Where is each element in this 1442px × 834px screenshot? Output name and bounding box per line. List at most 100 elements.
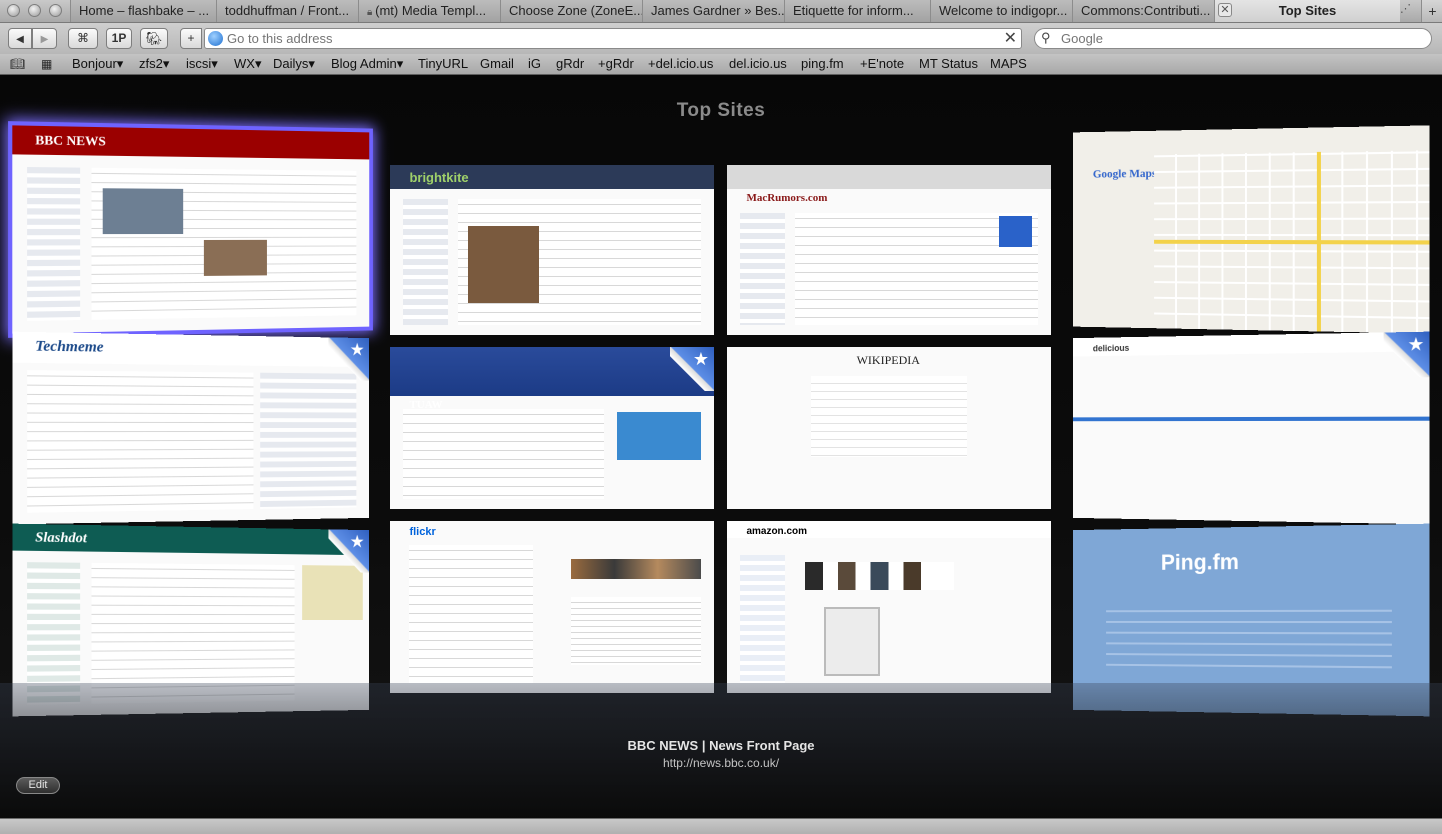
bookmark-ig[interactable]: iG [528,56,541,71]
top-site-thumbnail-brightkite[interactable]: brightkite [390,165,714,335]
top-site-thumbnail-wikipedia[interactable]: WIKIPEDIA [727,347,1051,509]
thumbnail-bar [1073,416,1430,421]
tab-label: Home – flashbake – ... [79,3,209,18]
tab-label: Welcome to indigopr... [939,3,1067,18]
thumbnail-site-name: MacRumors.com [746,192,827,204]
thumbnail-site-name: delicious [1093,343,1129,353]
top-site-thumbnail-techmeme[interactable]: Techmeme ★ [12,332,369,525]
forward-button[interactable]: ▶ [32,28,57,49]
bookmark-wx[interactable]: WX▾ [234,56,261,72]
thumbnail-nav [740,213,785,325]
page-title: Top Sites [0,100,1442,122]
tab-bar: Home – flashbake – ... toddhuffman / Fro… [0,0,1442,23]
plus-icon: + [187,31,194,45]
address-bar[interactable]: ✕ [204,28,1022,49]
close-tab-icon[interactable]: ✕ [1218,3,1232,17]
top-site-thumbnail-tuaw[interactable]: TUAW ★ [390,347,714,509]
tab-label: Commons:Contributi... [1081,3,1210,18]
bookmark-grdr[interactable]: gRdr [556,56,584,71]
tab-flashbake[interactable]: Home – flashbake – ... [70,0,216,22]
minimize-window-button[interactable] [28,4,41,17]
search-input[interactable] [1061,29,1421,48]
new-tab-button[interactable]: + [1421,0,1442,22]
thumbnail-nav [403,199,448,325]
bookmark-plus-enote[interactable]: +E'note [860,56,904,71]
thumbnail-site-name: Slashdot [35,530,87,547]
thumbnail-header [390,347,714,396]
bookmark-mt-status[interactable]: MT Status [919,56,978,71]
evernote-icon: 🐘︎ [146,31,163,46]
bookmark-dailys[interactable]: Dailys▾ [273,56,315,72]
bookmark-pingfm[interactable]: ping.fm [801,56,844,71]
top-site-thumbnail-amazon[interactable]: amazon.com [727,521,1051,693]
pinned-star-icon[interactable]: ★ [670,347,714,391]
tab-commons[interactable]: Commons:Contributi... [1072,0,1214,22]
thumbnail-image [617,412,701,461]
thumbnail-site-name: WIKIPEDIA [857,353,920,368]
bookmark-bonjour[interactable]: Bonjour▾ [72,56,123,72]
bookmark-tinyurl[interactable]: TinyURL [418,56,468,71]
bookmarks-bar: 📖︎ ▦ Bonjour▾ zfs2▾ iscsi▾ WX▾ Dailys▾ B… [0,54,1442,75]
bookmark-iscsi[interactable]: iscsi▾ [186,56,218,72]
thumbnail-image [204,239,267,275]
top-site-thumbnail-bbc-news[interactable]: BBC NEWS [12,125,369,333]
zoom-window-button[interactable] [49,4,62,17]
thumbnail-image [824,607,880,676]
selected-site-url: http://news.bbc.co.uk/ [0,756,1442,770]
tab-label: toddhuffman / Front... [225,3,349,18]
tab-media-temple[interactable]: 🔒︎ (mt) Media Templ... [358,0,500,22]
top-sites-grid-icon[interactable]: ▦ [41,57,52,71]
pinned-star-icon[interactable]: ★ [1384,332,1430,378]
onepassword-label: 1P [112,31,127,45]
pinned-star-icon[interactable]: ★ [328,337,369,380]
thumbnail-image [103,189,183,234]
bookmark-plus-grdr[interactable]: +gRdr [598,56,634,71]
onepassword-button[interactable]: 1P [106,28,132,49]
bookmarklet-button[interactable]: ⌘ [68,28,98,49]
thumbnail-site-name: flickr [409,526,435,538]
reading-list-icon[interactable]: 📖︎ [10,57,25,71]
tab-etiquette[interactable]: Etiquette for inform... [784,0,930,22]
search-field[interactable]: ⚲ [1034,28,1432,49]
bookmarklet-icon: ⌘ [77,31,89,45]
back-icon: ◀ [16,34,24,45]
top-site-thumbnail-macrumors[interactable]: MacRumors.com [727,165,1051,335]
bookmark-blog-admin[interactable]: Blog Admin▾ [331,56,403,72]
clear-address-icon[interactable]: ✕ [1004,29,1017,48]
bookmark-delicious[interactable]: del.icio.us [729,56,787,71]
tabs-overflow-icon[interactable]: ⋰ [1400,2,1411,15]
thumbnail-site-name: BBC NEWS [35,132,106,150]
tab-choose-zone[interactable]: Choose Zone (ZoneE... [500,0,642,22]
bookmark-zfs2[interactable]: zfs2▾ [139,56,169,72]
thumbnail-nav [260,373,356,509]
edit-button[interactable]: Edit [16,777,60,794]
thumbnail-image [805,562,954,590]
lock-icon: 🔒︎ [367,7,375,18]
tab-label: Etiquette for inform... [793,3,914,18]
top-site-thumbnail-delicious[interactable]: delicious ★ [1073,332,1430,525]
bookmark-maps[interactable]: MAPS [990,56,1027,71]
tab-james-gardner[interactable]: James Gardner » Bes... [642,0,784,22]
evernote-button[interactable]: 🐘︎ [140,28,168,49]
thumbnail-body [403,409,604,500]
tab-toddhuffman[interactable]: toddhuffman / Front... [216,0,358,22]
pinned-star-icon[interactable]: ★ [328,529,369,572]
thumbnail-image [302,565,363,620]
thumbnail-site-name: brightkite [409,170,468,185]
thumbnail-nav [740,555,785,682]
tab-indigo[interactable]: Welcome to indigopr... [930,0,1072,22]
forward-icon: ▶ [41,34,49,45]
thumbnail-image [468,226,539,303]
top-site-thumbnail-flickr[interactable]: flickr [390,521,714,693]
close-window-button[interactable] [7,4,20,17]
bookmark-plus-delicious[interactable]: +del.icio.us [648,56,713,71]
top-site-thumbnail-google-maps[interactable]: Google Maps [1073,125,1430,333]
tab-top-sites[interactable]: Top Sites [1214,0,1400,22]
thumbnail-body [28,370,254,512]
add-bookmark-button[interactable]: + [180,28,202,49]
top-sites-view: Top Sites BBC NEWS brightkite MacRumors.… [0,75,1442,818]
thumbnail-image [571,559,701,580]
address-input[interactable] [227,29,997,48]
back-button[interactable]: ◀ [8,28,32,49]
bookmark-gmail[interactable]: Gmail [480,56,514,71]
